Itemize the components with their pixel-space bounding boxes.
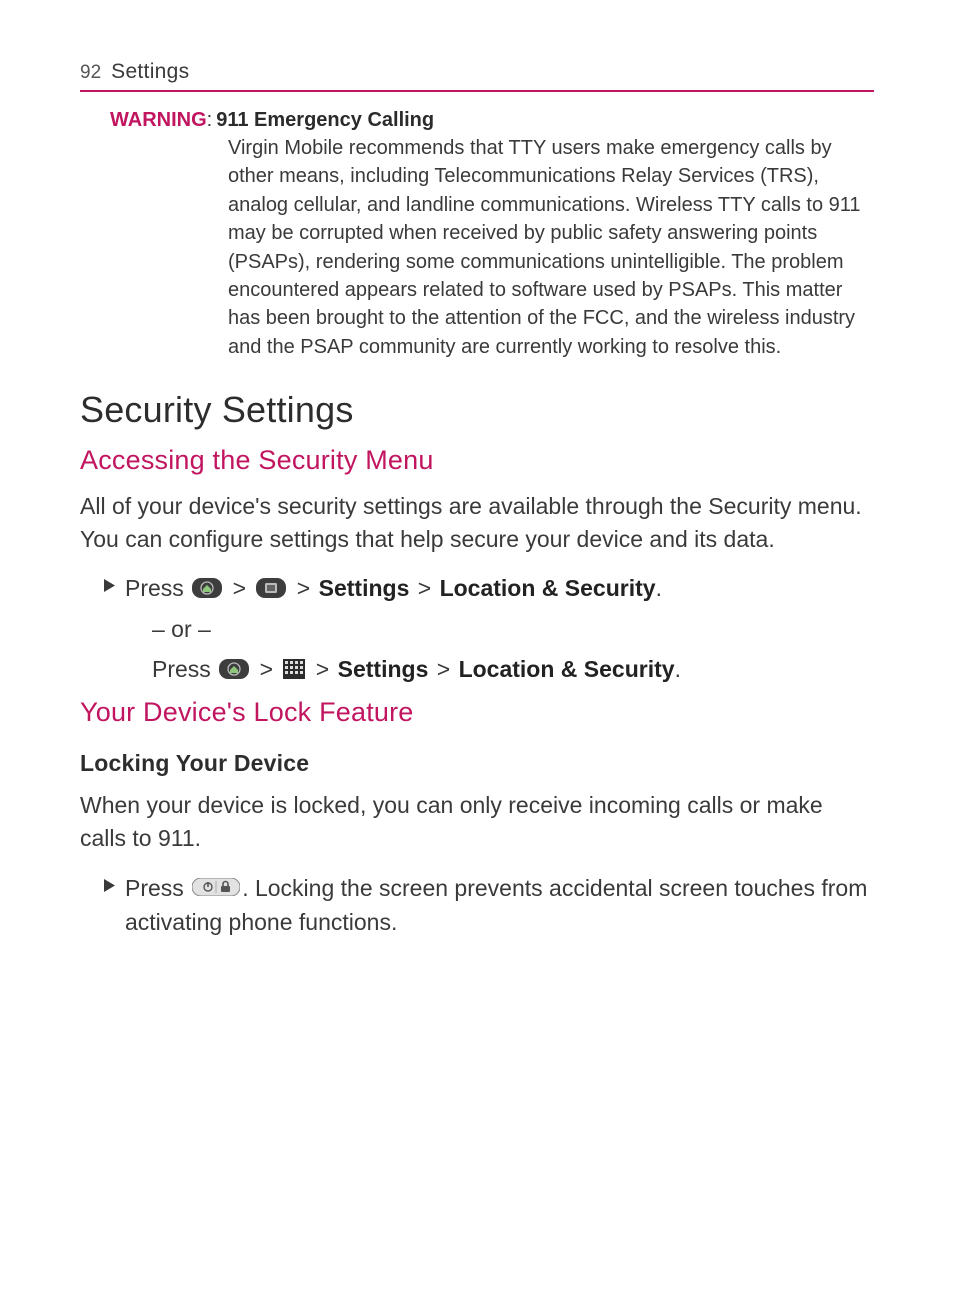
paragraph-locking: When your device is locked, you can only… — [80, 789, 874, 854]
location-security-label: Location & Security — [440, 575, 656, 601]
separator-gt: > — [316, 656, 336, 682]
location-security-label: Location & Security — [459, 656, 675, 682]
page-header: 92 Settings — [80, 60, 874, 92]
menu-key-icon — [256, 578, 286, 598]
warning-heading-line: WARNING: 911 Emergency Calling — [110, 106, 874, 134]
separator-gt: > — [418, 575, 438, 601]
or-separator: – or – — [152, 612, 874, 648]
instruction-content-2: Press . Locking the screen prevents acci… — [125, 871, 874, 940]
section-heading: Security Settings — [80, 389, 874, 431]
instruction-block-1: Press > > Settings > Location & Security… — [104, 571, 874, 687]
press-label: Press — [125, 575, 190, 601]
apps-grid-icon — [283, 659, 305, 679]
warning-block: WARNING: 911 Emergency Calling Virgin Mo… — [110, 106, 874, 361]
home-key-icon — [219, 659, 249, 679]
instruction-row-2: Press . Locking the screen prevents acci… — [104, 871, 874, 940]
subsection-heading-lock: Your Device's Lock Feature — [80, 697, 874, 728]
separator-gt: > — [437, 656, 457, 682]
warning-colon: : — [207, 106, 213, 134]
separator-gt: > — [260, 656, 280, 682]
document-page: 92 Settings WARNING: 911 Emergency Calli… — [0, 0, 954, 990]
warning-label: WARNING — [110, 106, 207, 134]
separator-gt: > — [297, 575, 317, 601]
warning-subject: 911 Emergency Calling — [216, 106, 434, 134]
header-title: Settings — [111, 60, 189, 84]
period: . — [675, 656, 681, 682]
page-number: 92 — [80, 62, 101, 84]
instruction-block-2: Press . Locking the screen prevents acci… — [104, 871, 874, 940]
press-label: Press — [125, 875, 190, 901]
instruction-row-1: Press > > Settings > Location & Security… — [104, 571, 874, 606]
separator-gt: > — [233, 575, 253, 601]
triangle-bullet-icon — [104, 579, 115, 592]
instruction-content-1b: Press > > Settings > Location & Security… — [152, 652, 874, 688]
instruction-content-1a: Press > > Settings > Location & Security… — [125, 571, 874, 606]
settings-label: Settings — [319, 575, 410, 601]
triangle-bullet-icon — [104, 879, 115, 892]
subsection-heading-accessing: Accessing the Security Menu — [80, 445, 874, 476]
home-key-icon — [192, 578, 222, 598]
power-lock-key-icon — [192, 878, 240, 896]
period: . — [656, 575, 662, 601]
paragraph-accessing: All of your device's security settings a… — [80, 490, 874, 555]
sub-sub-heading-locking: Locking Your Device — [80, 750, 874, 777]
settings-label: Settings — [338, 656, 429, 682]
warning-body: Virgin Mobile recommends that TTY users … — [228, 134, 870, 361]
press-label: Press — [152, 656, 217, 682]
